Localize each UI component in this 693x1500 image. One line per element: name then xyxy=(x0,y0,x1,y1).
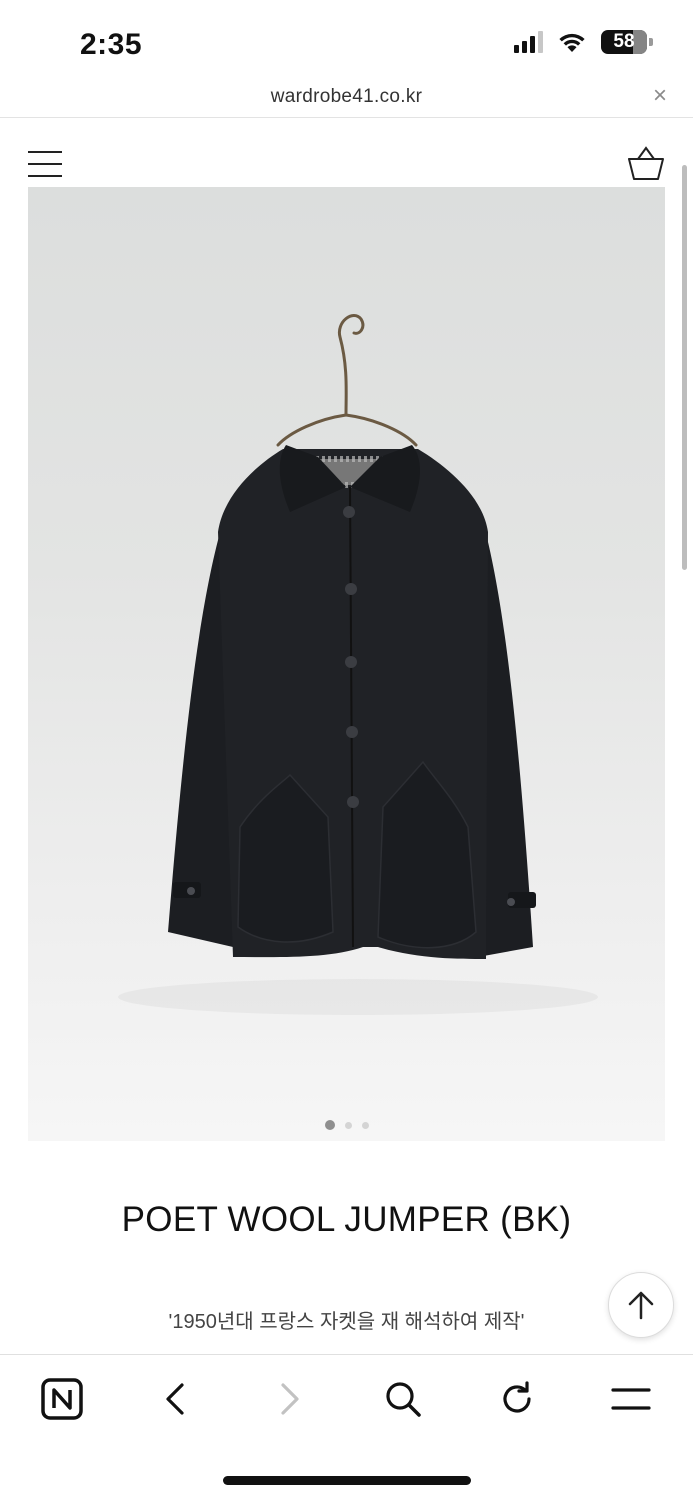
page-scrollbar[interactable] xyxy=(682,165,687,570)
back-button[interactable] xyxy=(153,1377,197,1421)
naver-icon xyxy=(41,1378,83,1420)
status-time: 2:35 xyxy=(80,28,143,61)
product-description: '1950년대 프랑스 자켓을 재 해석하여 제작' xyxy=(168,1311,525,1333)
carousel-dot-3[interactable] xyxy=(361,1121,369,1129)
battery-icon: 58 xyxy=(601,30,653,54)
carousel-dots xyxy=(28,1120,665,1130)
browser-menu-button[interactable] xyxy=(609,1377,653,1421)
home-indicator xyxy=(223,1476,471,1485)
naver-home-button[interactable] xyxy=(40,1377,84,1421)
forward-button[interactable] xyxy=(268,1377,312,1421)
arrow-up-icon xyxy=(628,1291,654,1320)
menu-icon xyxy=(611,1388,651,1410)
back-icon xyxy=(166,1383,184,1415)
url-text[interactable]: wardrobe41.co.kr xyxy=(0,86,693,108)
menu-icon[interactable] xyxy=(28,151,62,177)
wifi-icon xyxy=(559,33,585,52)
product-title: POET WOOL JUMPER (BK) xyxy=(121,1200,572,1239)
carousel-dot-1[interactable] xyxy=(324,1120,335,1130)
site-header xyxy=(0,119,693,187)
close-icon[interactable]: × xyxy=(653,84,667,108)
search-icon xyxy=(386,1382,421,1417)
reload-button[interactable] xyxy=(495,1377,539,1421)
jacket-illustration xyxy=(118,314,598,1015)
reload-icon xyxy=(503,1381,531,1413)
status-bar: 2:35 58 xyxy=(0,0,693,80)
scroll-to-top-button[interactable] xyxy=(608,1272,674,1338)
url-bar[interactable]: wardrobe41.co.kr × xyxy=(0,80,693,118)
search-button[interactable] xyxy=(381,1377,425,1421)
signal-icon xyxy=(514,31,543,53)
shopping-basket-icon[interactable] xyxy=(627,145,665,181)
product-image[interactable] xyxy=(28,187,665,1141)
status-icons: 58 xyxy=(514,30,653,54)
carousel-dot-2[interactable] xyxy=(344,1121,352,1129)
battery-level: 58 xyxy=(613,31,635,52)
forward-icon xyxy=(281,1383,299,1415)
